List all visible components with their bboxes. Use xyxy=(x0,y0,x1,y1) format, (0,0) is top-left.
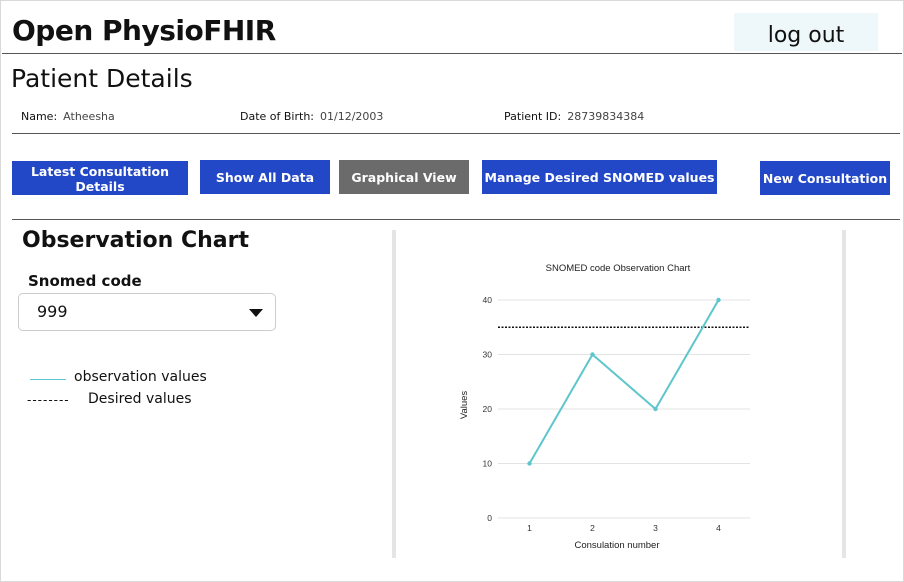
observation-chart: SNOMED code Observation Chart 0 10 20 30 40 1… xyxy=(459,263,750,551)
y-tick-label: 20 xyxy=(483,404,493,414)
x-tick-label: 4 xyxy=(716,523,721,533)
patient-id-label: Patient ID: xyxy=(504,110,562,123)
patient-dob-label: Date of Birth: xyxy=(240,110,315,123)
patient-name: Name: Atheesha xyxy=(21,110,115,123)
x-axis-label: Consulation number xyxy=(574,540,659,551)
chart-grid xyxy=(498,299,750,519)
chart-title: SNOMED code Observation Chart xyxy=(546,263,691,274)
latest-consultation-button[interactable]: Latest Consultation Details xyxy=(12,161,188,195)
patient-name-value: Atheesha xyxy=(63,110,115,123)
show-all-data-button[interactable]: Show All Data xyxy=(200,160,330,194)
observation-point xyxy=(653,406,658,412)
y-tick-label: 10 xyxy=(483,459,493,469)
chart-panel-right-border xyxy=(842,230,846,558)
legend-desired-label: Desired values xyxy=(88,391,192,407)
y-tick-label: 0 xyxy=(487,513,492,523)
x-tick-label: 3 xyxy=(653,523,658,533)
chart-ticks: 0 10 20 30 40 1 2 3 4 xyxy=(483,295,722,533)
y-tick-label: 30 xyxy=(483,350,493,360)
patient-divider xyxy=(12,133,900,134)
observation-point xyxy=(716,297,721,303)
actions-divider xyxy=(12,219,900,220)
patient-id-value: 28739834384 xyxy=(567,110,645,123)
manage-snomed-button[interactable]: Manage Desired SNOMED values xyxy=(482,160,717,194)
header-divider xyxy=(2,53,902,54)
legend-observed-label: observation values xyxy=(74,369,207,385)
new-consultation-button[interactable]: New Consultation xyxy=(760,161,890,195)
chart-series-layer xyxy=(527,297,721,466)
chart-panel-left-border xyxy=(392,230,396,558)
observation-series-line xyxy=(528,299,720,465)
snomed-label: Snomed code xyxy=(28,272,142,290)
observation-point xyxy=(527,461,532,466)
caret-down-icon xyxy=(249,309,263,317)
y-tick-label: 40 xyxy=(483,295,493,305)
legend-desired-swatch: -------- xyxy=(27,393,70,407)
graphical-view-button[interactable]: Graphical View xyxy=(339,160,469,194)
y-axis-label: Values xyxy=(459,391,470,420)
legend-observed-swatch xyxy=(30,379,66,380)
patient-dob-value: 01/12/2003 xyxy=(320,110,384,123)
patient-dob: Date of Birth: 01/12/2003 xyxy=(240,110,383,123)
snomed-selected-value: 999 xyxy=(37,302,68,321)
snomed-select[interactable]: 999 xyxy=(18,293,276,331)
x-tick-label: 1 xyxy=(527,523,532,533)
app-title: Open PhysioFHIR xyxy=(12,14,276,47)
logout-button[interactable]: log out xyxy=(734,13,878,51)
observation-title: Observation Chart xyxy=(22,228,250,253)
page-title: Patient Details xyxy=(11,64,193,93)
observation-point xyxy=(590,352,595,357)
x-tick-label: 2 xyxy=(590,523,595,533)
patient-id: Patient ID: 28739834384 xyxy=(504,110,644,123)
patient-name-label: Name: xyxy=(21,110,58,123)
